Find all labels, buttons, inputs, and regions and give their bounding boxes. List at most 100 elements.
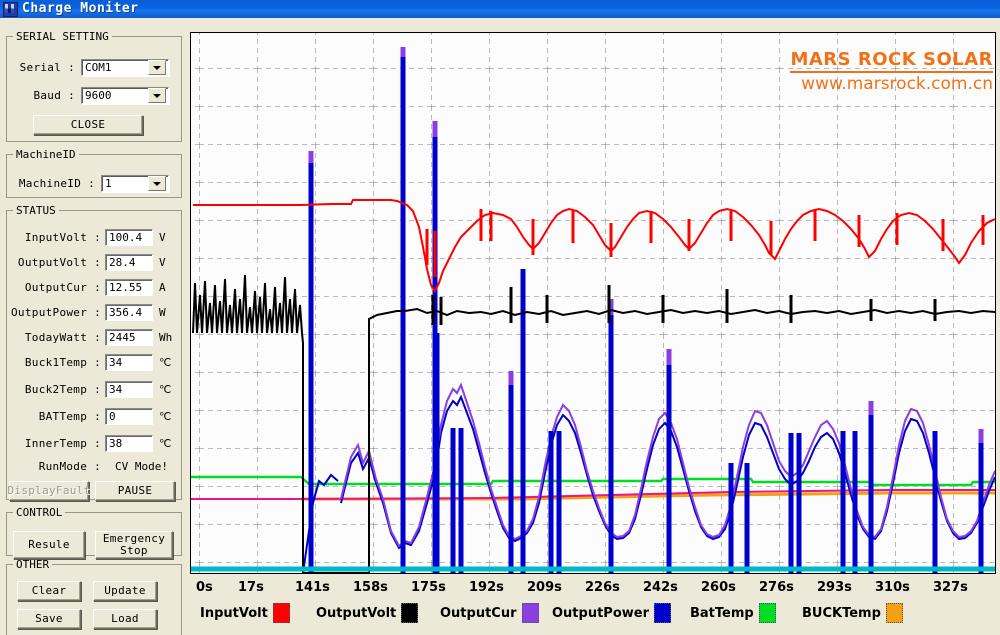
legend-label: OutputVolt <box>316 605 397 621</box>
buck2temp-label: Buck2Temp : <box>24 383 101 396</box>
outputpower-label: OutputPower : <box>11 306 101 319</box>
machine-id-value: 1 <box>105 177 112 190</box>
buck2temp-unit: ℃ <box>159 383 172 396</box>
innertemp-unit: ℃ <box>159 437 172 450</box>
inputvolt-label: InputVolt : <box>24 231 101 244</box>
x-tick: 310s <box>875 579 910 595</box>
legend-item-bucktemp[interactable]: BUCKTemp <box>802 603 903 623</box>
innertemp-label: InnerTemp : <box>24 437 101 450</box>
x-tick: 293s <box>817 579 852 595</box>
runmode-label: RunMode : <box>38 460 101 473</box>
chart-legend: InputVolt OutputVolt OutputCur OutputPow… <box>190 598 996 628</box>
buck1temp-unit: ℃ <box>159 356 172 369</box>
outputpower-unit: W <box>159 306 166 319</box>
save-button[interactable]: Save <box>17 609 81 629</box>
todaywatt-unit: Wh <box>159 331 173 344</box>
legend-label: BUCKTemp <box>802 605 881 621</box>
load-button[interactable]: Load <box>93 609 157 629</box>
resule-button[interactable]: Resule <box>13 531 85 559</box>
innertemp-value: 38 <box>105 435 153 452</box>
legend-swatch-outputvolt <box>401 603 419 623</box>
buck1temp-value: 34 <box>105 354 153 371</box>
battemp-value: 0 <box>105 408 153 425</box>
serial-port-value: COM1 <box>85 61 112 74</box>
legend-swatch-battemp <box>758 603 776 623</box>
machine-id-group: MachineID MachineID : 1 <box>6 148 182 198</box>
legend-swatch-outputpower <box>654 603 671 623</box>
legend-label: BatTemp <box>690 605 754 621</box>
chevron-down-icon[interactable] <box>148 176 166 191</box>
battemp-unit: ℃ <box>159 410 172 423</box>
battemp-label: BATTemp : <box>38 410 101 423</box>
inputvolt-value: 100.4 <box>105 229 153 246</box>
buck1temp-label: Buck1Temp : <box>24 356 101 369</box>
scope-plot[interactable]: MARS ROCK SOLAR www.marsrock.com.cn <box>190 32 996 574</box>
todaywatt-value: 2445 <box>105 329 153 346</box>
status-group: STATUS InputVolt : 100.4 V OutputVolt : … <box>6 204 182 501</box>
outputpower-value: 356.4 <box>105 304 153 321</box>
machine-id-label: MachineID : <box>18 177 95 190</box>
other-group: OTHER Clear Update Save Load Quit <box>6 558 182 635</box>
legend-item-battemp[interactable]: BatTemp <box>690 603 776 623</box>
legend-item-inputvolt[interactable]: InputVolt <box>200 603 290 623</box>
serial-setting-legend: SERIAL SETTING <box>16 30 109 43</box>
legend-label: OutputPower <box>552 605 649 621</box>
baud-rate-value: 9600 <box>85 89 112 102</box>
legend-swatch-outputcur <box>521 603 539 623</box>
legend-swatch-inputvolt <box>272 603 290 623</box>
x-tick: 192s <box>469 579 504 595</box>
baud-rate-select[interactable]: 9600 <box>81 87 169 104</box>
legend-item-outputpower[interactable]: OutputPower <box>552 603 671 623</box>
scope-svg <box>191 33 995 573</box>
x-tick: 141s <box>295 579 330 595</box>
x-tick: 0s <box>196 579 213 595</box>
todaywatt-label: TodayWatt : <box>24 331 101 344</box>
x-axis: 0s 17s 141s 158s 175s 192s 209s 226s 242… <box>190 576 996 598</box>
outputcur-unit: A <box>159 281 166 294</box>
control-group: CONTROL Resule Emergency Stop <box>6 506 182 559</box>
buck2temp-value: 34 <box>105 381 153 398</box>
legend-label: OutputCur <box>440 605 517 621</box>
app-icon <box>3 1 18 17</box>
x-tick: 158s <box>353 579 388 595</box>
outputcur-label: OutputCur : <box>24 281 101 294</box>
outputvolt-label: OutputVolt : <box>17 256 101 269</box>
outputcur-value: 12.55 <box>105 279 153 296</box>
baud-label: Baud : <box>33 89 75 102</box>
chevron-down-icon[interactable] <box>148 88 166 103</box>
chart-area: MARS ROCK SOLAR www.marsrock.com.cn 0s 1… <box>186 18 1000 635</box>
clear-button[interactable]: Clear <box>17 581 81 601</box>
legend-item-outputvolt[interactable]: OutputVolt <box>316 603 419 623</box>
machine-id-select[interactable]: 1 <box>101 175 169 192</box>
control-legend: CONTROL <box>16 506 63 519</box>
legend-swatch-bucktemp <box>885 603 903 623</box>
legend-label: InputVolt <box>200 605 268 621</box>
other-legend: OTHER <box>16 558 50 571</box>
machine-id-legend: MachineID <box>16 148 76 161</box>
serial-setting-group: SERIAL SETTING Serial : COM1 Baud : 9600… <box>6 30 182 142</box>
pause-button[interactable]: PAUSE <box>95 481 175 501</box>
charge-monitor-window: Charge Moniter SERIAL SETTING Serial : C… <box>0 0 1000 635</box>
emergency-stop-line2: Stop <box>120 544 148 557</box>
x-tick: 17s <box>238 579 264 595</box>
x-tick: 260s <box>701 579 736 595</box>
update-button[interactable]: Update <box>93 581 157 601</box>
x-tick: 242s <box>643 579 678 595</box>
status-legend: STATUS <box>16 204 56 217</box>
x-tick: 276s <box>759 579 794 595</box>
x-tick: 209s <box>527 579 562 595</box>
x-tick: 226s <box>585 579 620 595</box>
close-button[interactable]: CLOSE <box>33 115 143 135</box>
emergency-stop-button[interactable]: Emergency Stop <box>95 531 173 559</box>
x-tick: 327s <box>933 579 968 595</box>
serial-port-select[interactable]: COM1 <box>81 59 169 76</box>
display-fault-button[interactable]: DisplayFault <box>7 481 90 501</box>
inputvolt-unit: V <box>159 231 166 244</box>
legend-item-outputcur[interactable]: OutputCur <box>440 603 539 623</box>
chevron-down-icon[interactable] <box>148 60 166 75</box>
left-panel: SERIAL SETTING Serial : COM1 Baud : 9600… <box>0 18 186 635</box>
x-tick: 175s <box>411 579 446 595</box>
outputvolt-value: 28.4 <box>105 254 153 271</box>
window-title: Charge Moniter <box>22 1 139 16</box>
runmode-value: CV Mode! <box>115 460 168 473</box>
